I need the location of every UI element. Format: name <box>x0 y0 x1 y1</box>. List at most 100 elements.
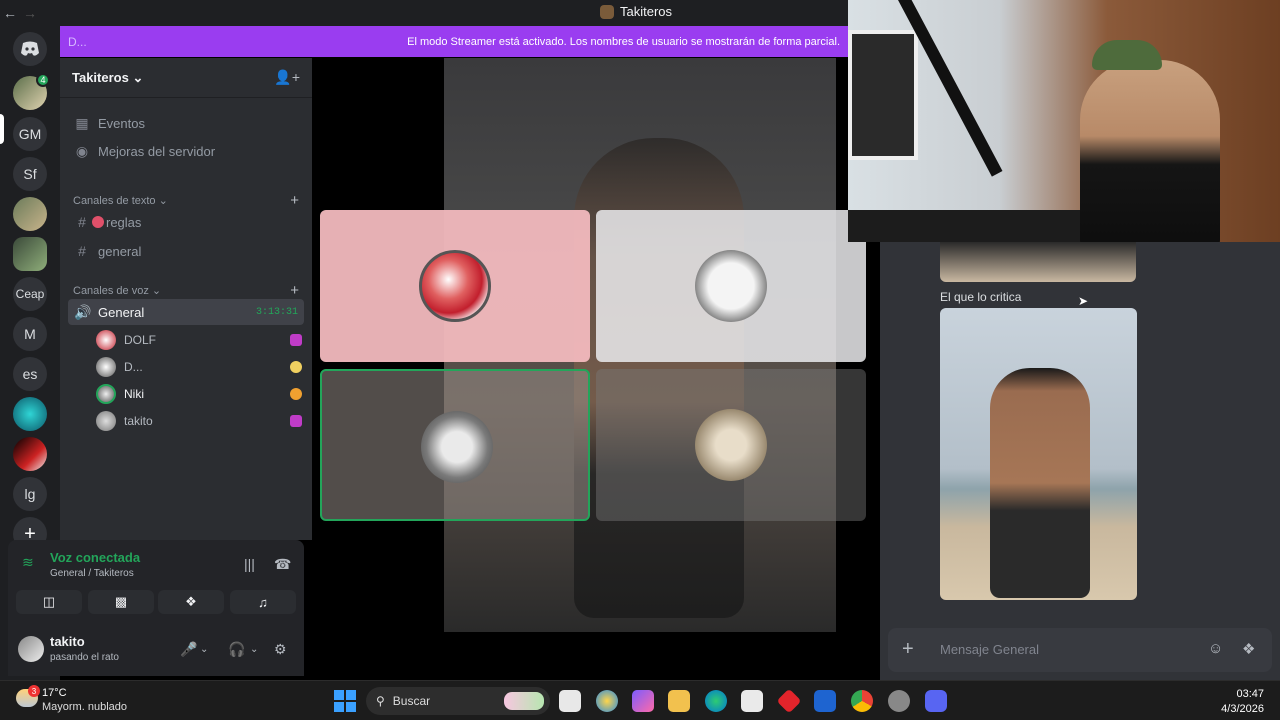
server-avatar-1[interactable] <box>13 197 47 231</box>
add-voice-channel-icon[interactable]: + <box>290 282 299 299</box>
clock-date: 4/3/2026 <box>1221 703 1264 715</box>
screen-share-button[interactable]: ▩ <box>88 590 154 614</box>
voice-member[interactable]: DOLF <box>96 328 302 352</box>
activities-button[interactable]: ❖ <box>158 590 224 614</box>
hashtag-icon: # <box>78 214 86 230</box>
avatar[interactable] <box>18 636 44 662</box>
search-icon: ⚲ <box>376 694 385 708</box>
server-gm[interactable]: GM <box>13 117 47 151</box>
server-es[interactable]: es <box>13 357 47 391</box>
sidebar-item-mejoras[interactable]: ◉ Mejoras del servidor <box>68 138 304 164</box>
participant-tile[interactable] <box>320 210 590 362</box>
chevron-down-icon[interactable]: ⌄ <box>250 644 258 655</box>
noise-suppression-icon[interactable]: ||| <box>244 556 255 572</box>
streamer <box>1080 60 1220 242</box>
voice-channels-category[interactable]: Canales de voz ⌄ + <box>73 282 299 299</box>
voice-member[interactable]: Niki <box>96 382 302 406</box>
member-name: DOLF <box>124 333 157 347</box>
avatar <box>421 411 493 483</box>
start-button[interactable] <box>334 690 356 712</box>
server-ceap[interactable]: Ceap <box>13 277 47 311</box>
server-sf[interactable]: Sf <box>13 157 47 191</box>
streamer-cap <box>1092 40 1162 70</box>
channel-sidebar: Takiteros ⌄ 👤+ ▦ Eventos ◉ Mejoras del s… <box>60 58 312 540</box>
obs-icon[interactable] <box>888 690 910 712</box>
discord-taskbar-icon[interactable] <box>925 690 947 712</box>
file-explorer-icon[interactable] <box>668 690 690 712</box>
weather-description: Mayorm. nublado <box>42 701 127 713</box>
message-text: El que lo critica <box>940 290 1022 304</box>
text-channels-category[interactable]: Canales de texto ⌄ + <box>73 192 299 209</box>
message-composer: + Mensaje General ☺ ❖ <box>888 628 1272 672</box>
back-arrow-icon[interactable]: ← <box>0 5 20 21</box>
camera-button[interactable]: ◫ <box>16 590 82 614</box>
disconnect-icon[interactable]: ☎ <box>274 556 291 573</box>
photo-subject <box>990 368 1090 598</box>
system-clock[interactable]: 03:47 4/3/2026 <box>1221 687 1264 717</box>
webcam-overlay <box>848 0 1280 242</box>
category-label: Canales de texto ⌄ <box>73 195 168 207</box>
member-name: D... <box>124 360 143 374</box>
server-avatar-3[interactable] <box>13 397 47 431</box>
emoji-icon[interactable]: ☺ <box>1208 640 1223 657</box>
voice-member[interactable]: takito <box>96 409 302 433</box>
dm-avatar[interactable]: 4 <box>13 73 50 110</box>
participant-tile-speaking[interactable] <box>320 369 590 521</box>
invite-people-icon[interactable]: 👤+ <box>274 69 300 86</box>
image-attachment[interactable] <box>940 308 1137 600</box>
windows-logo-pane <box>346 702 356 712</box>
voice-channel-general[interactable]: 🔊 General 3:13:31 <box>68 299 304 325</box>
store-icon[interactable] <box>741 690 763 712</box>
participant-tile[interactable] <box>596 210 866 362</box>
speaker-icon: 🔊 <box>74 303 92 320</box>
discord-home-icon[interactable] <box>13 32 47 66</box>
chevron-down-icon[interactable]: ⌄ <box>200 644 208 655</box>
previous-image-attachment[interactable] <box>940 242 1136 282</box>
headphones-icon[interactable]: 🎧 <box>228 641 245 658</box>
voice-timer: 3:13:31 <box>255 306 298 318</box>
ai-app-icon[interactable] <box>632 690 654 712</box>
message-input[interactable]: Mensaje General <box>940 642 1039 657</box>
gear-icon[interactable]: ⚙ <box>274 641 287 658</box>
banner-message: El modo Streamer está activado. Los nomb… <box>407 35 840 48</box>
server-avatar-2[interactable] <box>13 237 47 271</box>
channel-general[interactable]: # general <box>68 238 304 264</box>
outlook-icon[interactable] <box>814 690 836 712</box>
avatar <box>96 411 116 431</box>
search-label: Buscar <box>392 694 431 708</box>
server-header[interactable]: Takiteros ⌄ 👤+ <box>60 58 312 98</box>
avatar <box>96 357 116 377</box>
notification-badge: 4 <box>36 73 50 87</box>
activities-icon: ❖ <box>185 594 197 609</box>
server-m[interactable]: M <box>13 317 47 351</box>
edge-icon[interactable] <box>705 690 727 712</box>
microphone-icon[interactable]: 🎤 <box>180 641 197 658</box>
channel-label: general <box>98 243 142 259</box>
participant-tile[interactable] <box>596 369 866 521</box>
task-view-icon[interactable] <box>559 690 581 712</box>
sidebar-item-eventos[interactable]: ▦ Eventos <box>68 110 304 136</box>
member-name: takito <box>124 414 153 428</box>
soundboard-icon: ♫ <box>258 594 268 610</box>
red-app-icon[interactable] <box>776 688 802 714</box>
channel-label: reglas <box>106 214 142 230</box>
attach-plus-icon[interactable]: + <box>902 638 914 661</box>
server-lg[interactable]: lg <box>13 477 47 511</box>
signal-icon[interactable]: ≋ <box>22 554 34 571</box>
forward-arrow-icon[interactable]: → <box>20 5 40 21</box>
avatar <box>96 330 116 350</box>
apps-icon[interactable]: ❖ <box>1242 640 1255 658</box>
voice-status-subtitle[interactable]: General / Takiteros <box>50 568 134 579</box>
soundboard-button[interactable]: ♫ <box>230 590 296 614</box>
add-text-channel-icon[interactable]: + <box>290 192 299 209</box>
taskbar-search[interactable]: ⚲ Buscar <box>366 687 550 715</box>
calendar-icon: ▦ <box>75 114 89 131</box>
selected-indicator <box>0 114 4 144</box>
window-title-text: Takiteros <box>620 4 673 19</box>
server-avatar-4[interactable] <box>13 437 47 471</box>
copilot-icon[interactable] <box>596 690 618 712</box>
screen-share-icon: ▩ <box>114 594 128 609</box>
voice-member[interactable]: D... <box>96 355 302 379</box>
chrome-icon[interactable] <box>851 690 873 712</box>
channel-reglas[interactable]: # reglas <box>68 209 304 235</box>
